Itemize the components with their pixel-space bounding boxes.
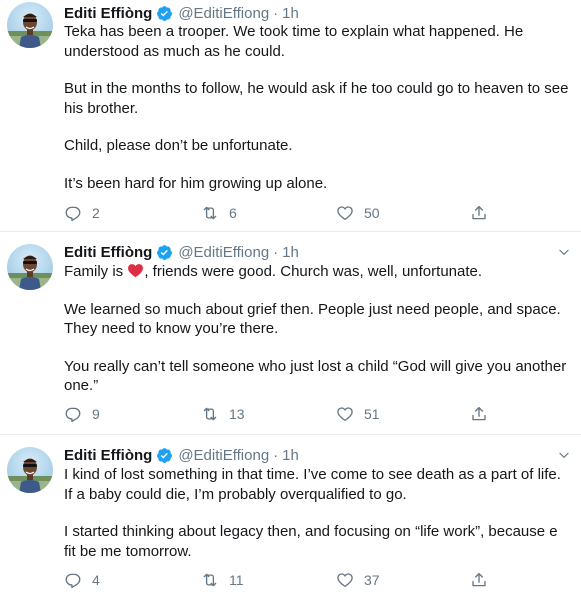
- tweet-text: Teka has been a trooper. We took time to…: [64, 22, 569, 193]
- like-icon: [336, 405, 354, 423]
- retweet-icon: [201, 405, 219, 423]
- tweet-actions: 2 6 50: [64, 203, 564, 223]
- timestamp[interactable]: 1h: [282, 447, 299, 464]
- display-name[interactable]: Editi Effiòng: [64, 244, 152, 261]
- separator-dot: ·: [273, 243, 279, 261]
- avatar[interactable]: [7, 244, 53, 290]
- tweet-paragraph: But in the months to follow, he would as…: [64, 80, 569, 117]
- tweet-paragraph: Teka has been a trooper. We took time to…: [64, 23, 524, 60]
- verified-badge-icon: [156, 5, 173, 22]
- display-name[interactable]: Editi Effiòng: [64, 447, 152, 464]
- reply-button[interactable]: 2: [64, 203, 100, 223]
- tweet-text: Family is , friends were good. Church wa…: [64, 262, 569, 396]
- retweet-count: 13: [229, 406, 245, 422]
- separator-dot: ·: [273, 446, 279, 464]
- share-icon: [470, 405, 488, 423]
- retweet-count: 6: [229, 205, 237, 221]
- like-count: 51: [364, 406, 380, 422]
- tweet-paragraph: You really can’t tell someone who just l…: [64, 357, 567, 395]
- tweet-actions: 9 13 51: [64, 404, 564, 424]
- tweet-header: Editi Effiòng @EditiEffiong · 1h: [64, 445, 299, 465]
- reply-count: 9: [92, 406, 100, 422]
- reply-icon: [64, 204, 82, 222]
- like-button[interactable]: 50: [336, 203, 380, 223]
- retweet-count: 11: [229, 572, 244, 588]
- retweet-button[interactable]: 6: [201, 203, 237, 223]
- divider: [0, 231, 581, 232]
- family-text-suffix: , friends were good. Church was, well, u…: [144, 263, 483, 280]
- retweet-icon: [201, 204, 219, 222]
- like-button[interactable]: 37: [336, 570, 380, 590]
- tweet-header: Editi Effiòng @EditiEffiong · 1h: [64, 242, 299, 262]
- family-text-prefix: Family is: [64, 263, 128, 280]
- share-button[interactable]: [470, 570, 498, 590]
- divider: [0, 434, 581, 435]
- reply-icon: [64, 571, 82, 589]
- tweet-header: Editi Effiòng @EditiEffiong · 1h: [64, 3, 299, 23]
- verified-badge-icon: [156, 244, 173, 261]
- like-icon: [336, 571, 354, 589]
- tweet-text: I kind of lost something in that time. I…: [64, 465, 569, 561]
- user-handle[interactable]: @EditiEffiong: [178, 5, 269, 22]
- tweet-paragraph: I kind of lost something in that time. I…: [64, 466, 561, 503]
- reply-count: 4: [92, 572, 100, 588]
- retweet-button[interactable]: 13: [201, 404, 245, 424]
- red-heart-emoji-icon: [127, 262, 144, 279]
- like-icon: [336, 204, 354, 222]
- like-count: 37: [364, 572, 380, 588]
- reply-button[interactable]: 9: [64, 404, 100, 424]
- chevron-down-icon[interactable]: [557, 245, 571, 259]
- reply-count: 2: [92, 205, 100, 221]
- share-icon: [470, 204, 488, 222]
- like-button[interactable]: 51: [336, 404, 380, 424]
- share-icon: [470, 571, 488, 589]
- retweet-button[interactable]: 11: [201, 570, 244, 590]
- tweet-paragraph: It’s been hard for him growing up alone.: [64, 174, 328, 192]
- tweet-paragraph: We learned so much about grief then. Peo…: [64, 300, 561, 338]
- user-handle[interactable]: @EditiEffiong: [178, 447, 269, 464]
- tweet-paragraph: Child, please don’t be unfortunate.: [64, 137, 293, 154]
- share-button[interactable]: [470, 203, 498, 223]
- share-button[interactable]: [470, 404, 498, 424]
- verified-badge-icon: [156, 447, 173, 464]
- like-count: 50: [364, 205, 380, 221]
- timestamp[interactable]: 1h: [282, 244, 299, 261]
- separator-dot: ·: [273, 4, 279, 22]
- retweet-icon: [201, 571, 219, 589]
- reply-icon: [64, 405, 82, 423]
- display-name[interactable]: Editi Effiòng: [64, 5, 152, 22]
- tweet-paragraph: Family is , friends were good. Church wa…: [64, 262, 569, 282]
- chevron-down-icon[interactable]: [557, 448, 571, 462]
- timestamp[interactable]: 1h: [282, 5, 299, 22]
- tweet-paragraph: I started thinking about legacy then, an…: [64, 523, 558, 560]
- avatar[interactable]: [7, 447, 53, 493]
- tweet-actions: 4 11 37: [64, 570, 564, 590]
- avatar[interactable]: [7, 2, 53, 48]
- reply-button[interactable]: 4: [64, 570, 100, 590]
- user-handle[interactable]: @EditiEffiong: [178, 244, 269, 261]
